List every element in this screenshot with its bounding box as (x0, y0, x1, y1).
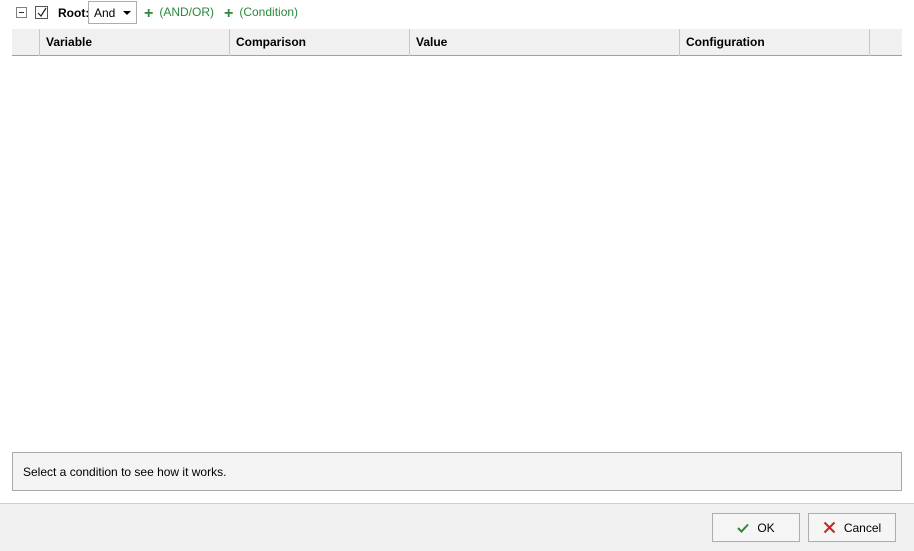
add-condition-label: (Condition) (239, 5, 299, 19)
help-text: Select a condition to see how it works. (23, 465, 227, 479)
checkmark-icon (37, 7, 47, 17)
column-header-comparison[interactable]: Comparison (230, 29, 410, 56)
ok-label: OK (757, 520, 775, 535)
plus-icon: + (224, 5, 234, 22)
column-header-variable[interactable]: Variable (40, 29, 230, 56)
operator-dropdown[interactable]: And (88, 1, 137, 24)
plus-icon: + (144, 5, 154, 22)
close-icon (823, 521, 836, 534)
root-label: Root: (58, 6, 90, 20)
root-enabled-checkbox[interactable] (35, 6, 48, 19)
add-andor-label: (AND/OR) (159, 5, 215, 19)
cancel-button[interactable]: Cancel (808, 513, 896, 542)
operator-value: And (94, 6, 116, 20)
checkmark-icon (737, 523, 750, 533)
dialog-footer: OK Cancel (0, 503, 914, 551)
collapse-icon[interactable] (16, 7, 27, 18)
column-header-configuration[interactable]: Configuration (680, 29, 870, 56)
ok-button[interactable]: OK (712, 513, 800, 542)
filter-toolbar: Root: And + (AND/OR) + (Condition) (0, 0, 914, 28)
column-header-filler (870, 29, 902, 56)
add-condition-link[interactable]: + (Condition) (224, 5, 299, 22)
column-header-selector[interactable] (12, 29, 40, 56)
chevron-down-icon (123, 11, 131, 15)
conditions-grid-header: Variable Comparison Value Configuration (12, 29, 902, 56)
add-andor-link[interactable]: + (AND/OR) (144, 5, 215, 22)
help-panel: Select a condition to see how it works. (12, 452, 902, 491)
cancel-label: Cancel (843, 520, 882, 535)
column-header-value[interactable]: Value (410, 29, 680, 56)
